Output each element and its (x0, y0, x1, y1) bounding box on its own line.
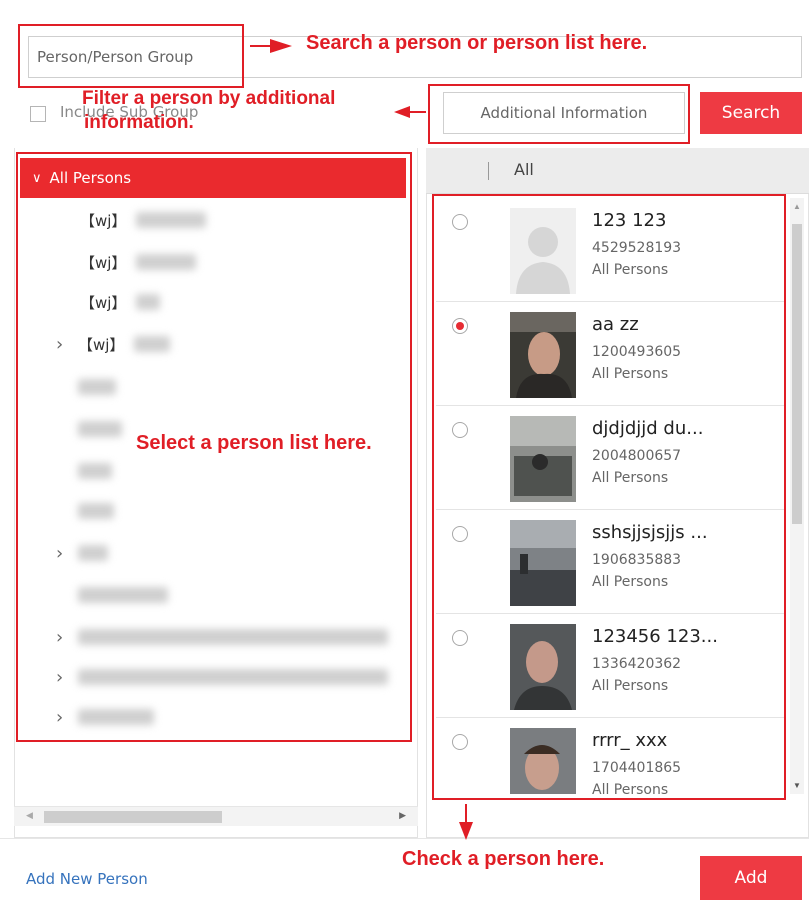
annotation-filter-tip-line1: Filter a person by additional (82, 88, 336, 109)
annotation-tree-tip: Select a person list here. (136, 432, 372, 454)
annotation-search-tip: Search a person or person list here. (306, 32, 648, 54)
annotation-check-tip: Check a person here. (402, 848, 605, 870)
annotation-arrows (250, 39, 473, 840)
annotation-filter-tip-line2: information. (84, 112, 194, 133)
